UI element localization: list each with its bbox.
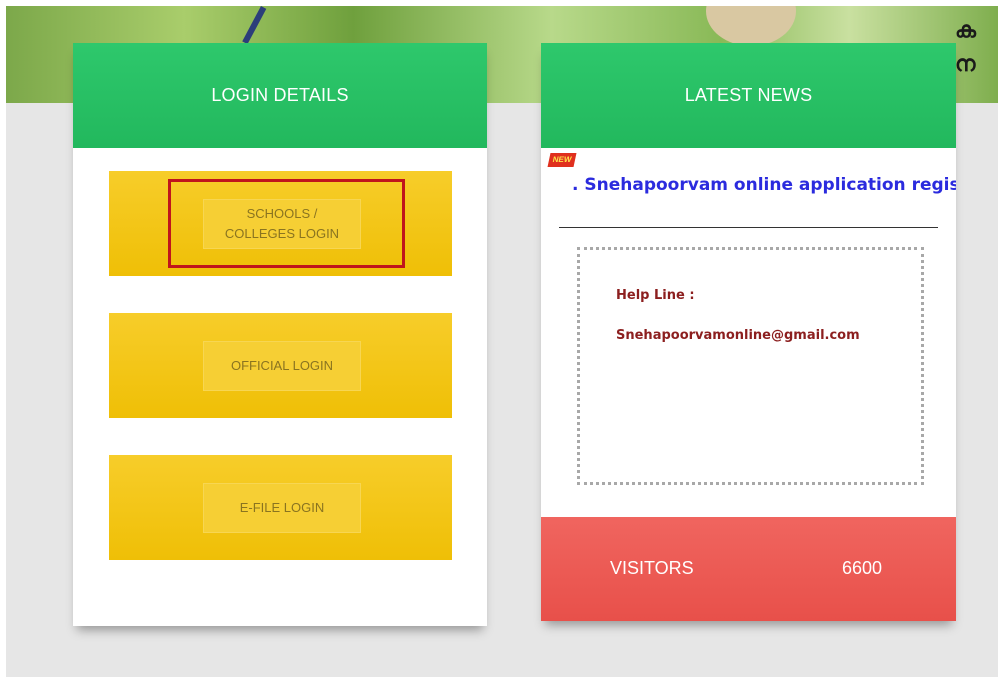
new-badge-icon: NEW: [547, 153, 577, 167]
login-details-card: LOGIN DETAILS SCHOOLS / COLLEGES LOGIN O…: [73, 43, 487, 626]
latest-news-card: LATEST NEWS NEW . Snehapoorvam online ap…: [541, 43, 956, 621]
banner-illustration: [242, 6, 267, 45]
latest-news-title: LATEST NEWS: [541, 43, 956, 148]
official-login-button[interactable]: OFFICIAL LOGIN: [203, 341, 361, 391]
banner-title-line: ന: [955, 52, 976, 77]
selection-highlight-box: [168, 179, 405, 268]
banner-title: ക ന: [955, 14, 998, 82]
visitors-label: VISITORS: [610, 558, 694, 578]
efile-login-button[interactable]: E-FILE LOGIN: [203, 483, 361, 533]
news-ticker[interactable]: . Snehapoorvam online application regis: [541, 175, 956, 201]
efile-login-tile[interactable]: E-FILE LOGIN: [109, 455, 452, 560]
divider: [559, 227, 938, 228]
efile-login-label: E-FILE LOGIN: [239, 500, 325, 515]
helpline-box: Help Line : Snehapoorvamonline@gmail.com: [577, 247, 924, 485]
official-login-tile[interactable]: OFFICIAL LOGIN: [109, 313, 452, 418]
login-details-title: LOGIN DETAILS: [73, 43, 487, 148]
helpline-label: Help Line :: [616, 288, 695, 303]
visitors-count: 6600: [842, 558, 883, 578]
official-login-label: OFFICIAL LOGIN: [230, 358, 334, 373]
helpline-email: Snehapoorvamonline@gmail.com: [616, 328, 860, 343]
banner-figure: [706, 6, 796, 46]
news-ticker-text[interactable]: . Snehapoorvam online application regis: [572, 175, 956, 195]
banner-title-line: ക: [955, 18, 976, 43]
visitors-counter: VISITORS 6600: [541, 517, 956, 621]
